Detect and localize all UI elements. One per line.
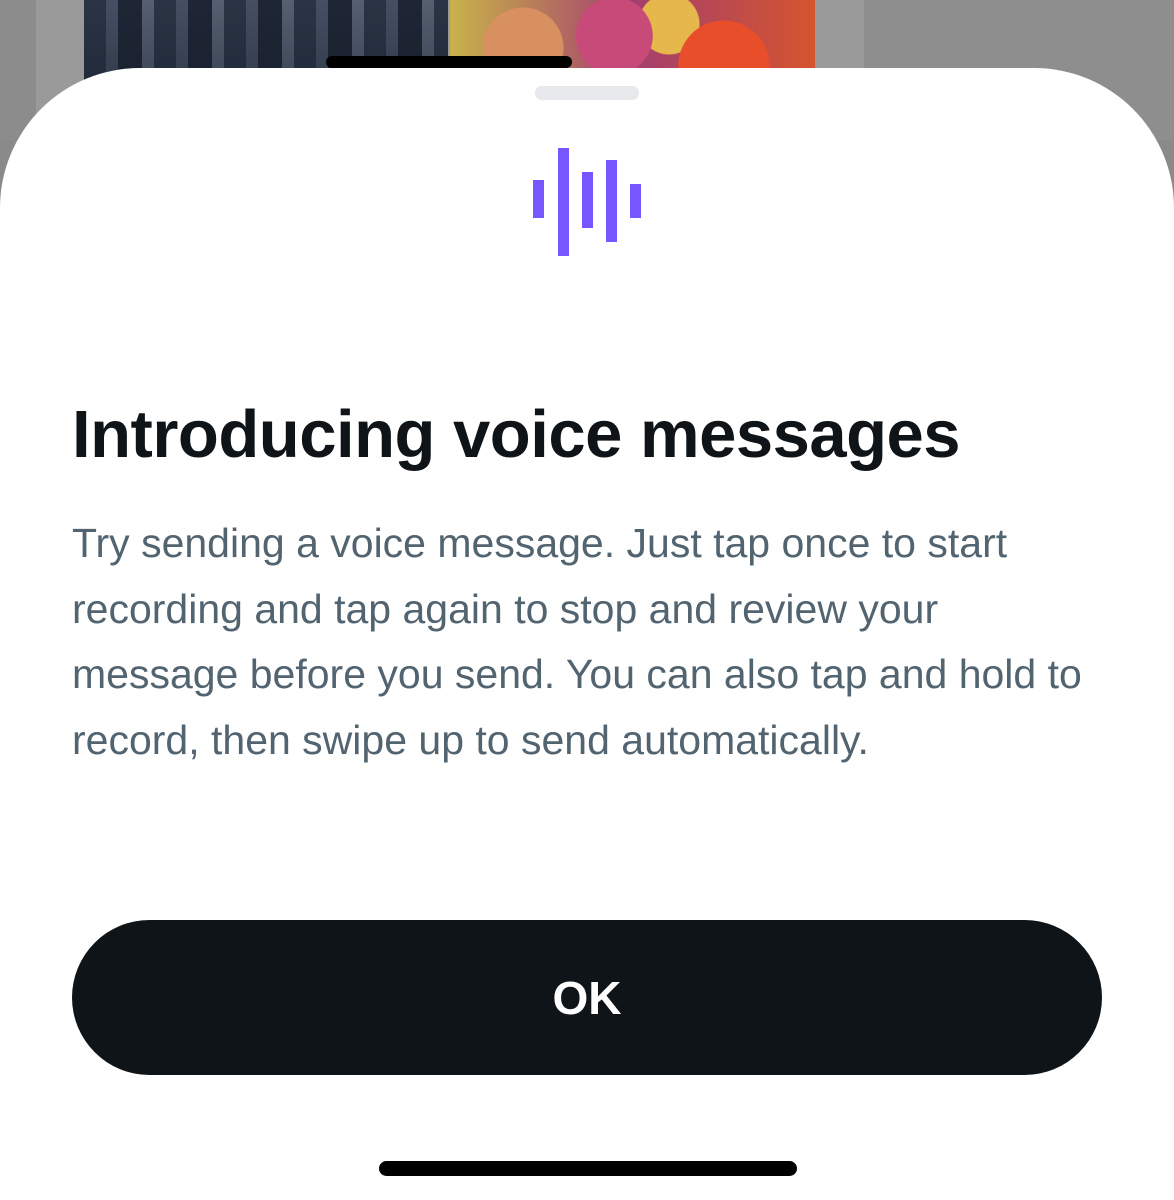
voice-messages-bottom-sheet: Introducing voice messages Try sending a… bbox=[0, 68, 1174, 1200]
background-overlay-bar bbox=[326, 56, 572, 68]
waveform-bar bbox=[606, 160, 617, 242]
sheet-title: Introducing voice messages bbox=[72, 397, 961, 472]
waveform-bar bbox=[582, 172, 593, 228]
waveform-bar bbox=[630, 184, 641, 218]
home-indicator[interactable] bbox=[379, 1161, 797, 1176]
voice-waveform-icon bbox=[533, 148, 641, 256]
sheet-grabber-handle[interactable] bbox=[535, 86, 639, 100]
waveform-bar bbox=[533, 180, 544, 218]
sheet-description: Try sending a voice message. Just tap on… bbox=[72, 520, 1082, 763]
ok-button[interactable]: OK bbox=[72, 920, 1102, 1075]
waveform-bar bbox=[558, 148, 569, 256]
